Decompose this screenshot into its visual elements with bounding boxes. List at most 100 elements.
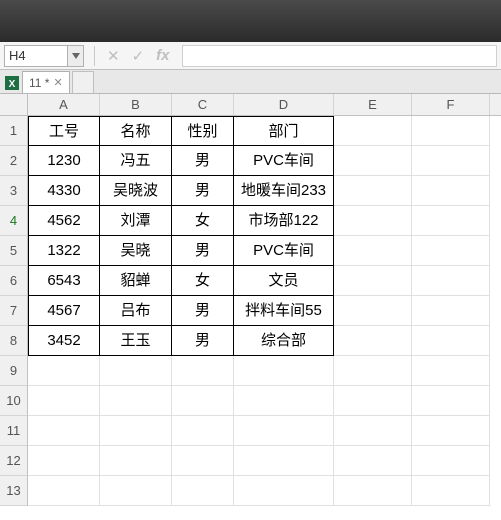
spreadsheet-grid[interactable]: A B C D E F 1工号名称性别部门21230冯五男PVC车间34330吴… (0, 94, 501, 506)
cell[interactable]: 地暖车间233 (234, 176, 334, 206)
cell[interactable] (412, 176, 490, 206)
close-icon[interactable]: ✕ (53, 76, 62, 89)
col-header[interactable]: C (172, 94, 234, 115)
row-header[interactable]: 4 (0, 206, 28, 236)
cell[interactable]: 拌料车间55 (234, 296, 334, 326)
cell[interactable]: 性别 (172, 116, 234, 146)
cell[interactable] (412, 206, 490, 236)
cell[interactable]: 市场部122 (234, 206, 334, 236)
cell[interactable]: 女 (172, 206, 234, 236)
cell[interactable] (412, 446, 490, 476)
cell[interactable] (100, 386, 172, 416)
cell[interactable] (334, 326, 412, 356)
cell[interactable] (334, 416, 412, 446)
row-header[interactable]: 10 (0, 386, 28, 416)
cell[interactable] (412, 116, 490, 146)
cell[interactable]: 貂蝉 (100, 266, 172, 296)
cell[interactable]: 刘潭 (100, 206, 172, 236)
cell[interactable] (334, 176, 412, 206)
row-header[interactable]: 9 (0, 356, 28, 386)
cell[interactable] (100, 476, 172, 506)
cell[interactable] (334, 356, 412, 386)
cell[interactable]: 男 (172, 146, 234, 176)
cell[interactable]: 文员 (234, 266, 334, 296)
cell[interactable] (334, 296, 412, 326)
row-header[interactable]: 7 (0, 296, 28, 326)
cell[interactable]: 王玉 (100, 326, 172, 356)
row-header[interactable]: 2 (0, 146, 28, 176)
fx-icon[interactable]: fx (156, 47, 169, 64)
cell[interactable]: PVC车间 (234, 146, 334, 176)
col-header[interactable]: A (28, 94, 100, 115)
cell[interactable]: PVC车间 (234, 236, 334, 266)
cell[interactable]: 冯五 (100, 146, 172, 176)
cell[interactable] (172, 446, 234, 476)
cell[interactable] (234, 446, 334, 476)
cell[interactable] (100, 446, 172, 476)
cell[interactable] (412, 296, 490, 326)
cell[interactable]: 4567 (28, 296, 100, 326)
cell[interactable] (412, 326, 490, 356)
cell[interactable] (172, 416, 234, 446)
cell[interactable] (412, 386, 490, 416)
cell[interactable] (172, 476, 234, 506)
row-header[interactable]: 12 (0, 446, 28, 476)
cell[interactable]: 3452 (28, 326, 100, 356)
cell[interactable]: 女 (172, 266, 234, 296)
workbook-tab[interactable]: 11 * ✕ (22, 71, 70, 93)
formula-input[interactable] (182, 45, 498, 67)
cell[interactable] (334, 266, 412, 296)
row-header[interactable]: 3 (0, 176, 28, 206)
cell[interactable]: 吴晓波 (100, 176, 172, 206)
row-header[interactable]: 5 (0, 236, 28, 266)
cell[interactable] (334, 116, 412, 146)
cell[interactable] (28, 356, 100, 386)
confirm-icon[interactable]: ✓ (132, 47, 145, 65)
cell[interactable] (334, 206, 412, 236)
cell[interactable]: 部门 (234, 116, 334, 146)
cell[interactable] (100, 416, 172, 446)
new-tab-button[interactable] (72, 71, 94, 93)
cell[interactable] (234, 476, 334, 506)
row-header[interactable]: 6 (0, 266, 28, 296)
cell[interactable]: 男 (172, 296, 234, 326)
cell[interactable] (412, 146, 490, 176)
cell[interactable] (412, 236, 490, 266)
cell[interactable] (412, 416, 490, 446)
cell[interactable]: 4562 (28, 206, 100, 236)
cell[interactable]: 4330 (28, 176, 100, 206)
col-header[interactable]: E (334, 94, 412, 115)
col-header[interactable]: B (100, 94, 172, 115)
col-header[interactable]: F (412, 94, 490, 115)
name-box[interactable] (4, 45, 68, 67)
cell[interactable]: 男 (172, 236, 234, 266)
cell[interactable]: 1230 (28, 146, 100, 176)
cell[interactable]: 吴晓 (100, 236, 172, 266)
select-all-corner[interactable] (0, 94, 28, 115)
cell[interactable] (172, 386, 234, 416)
cell[interactable] (28, 476, 100, 506)
row-header[interactable]: 13 (0, 476, 28, 506)
cell[interactable] (334, 386, 412, 416)
cell[interactable] (334, 446, 412, 476)
cell[interactable] (28, 446, 100, 476)
cell[interactable] (412, 476, 490, 506)
cell[interactable]: 综合部 (234, 326, 334, 356)
cell[interactable] (172, 356, 234, 386)
cell[interactable]: 1322 (28, 236, 100, 266)
cell[interactable]: 男 (172, 176, 234, 206)
cell[interactable] (234, 416, 334, 446)
cell[interactable]: 工号 (28, 116, 100, 146)
cell[interactable] (234, 356, 334, 386)
cell[interactable]: 男 (172, 326, 234, 356)
cell[interactable]: 6543 (28, 266, 100, 296)
cell[interactable]: 名称 (100, 116, 172, 146)
cell[interactable] (412, 356, 490, 386)
cell[interactable] (334, 146, 412, 176)
cell[interactable] (28, 386, 100, 416)
cell[interactable] (234, 386, 334, 416)
row-header[interactable]: 11 (0, 416, 28, 446)
cell[interactable]: 吕布 (100, 296, 172, 326)
row-header[interactable]: 1 (0, 116, 28, 146)
cell[interactable] (412, 266, 490, 296)
